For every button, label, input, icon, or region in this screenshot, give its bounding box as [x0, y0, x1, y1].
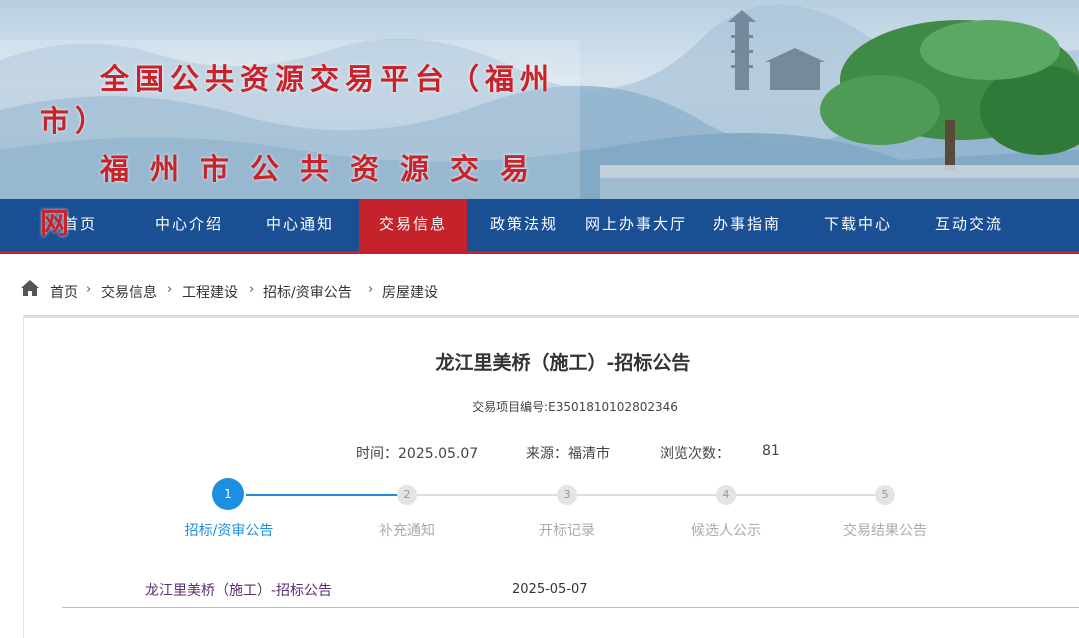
step-label-bid-opening[interactable]: 开标记录 — [497, 520, 637, 540]
breadcrumb-home[interactable]: 首页 — [50, 282, 78, 302]
step-dot-1[interactable]: 1 — [212, 478, 244, 510]
step-label-result[interactable]: 交易结果公告 — [815, 520, 955, 540]
breadcrumb-housing[interactable]: 房屋建设 — [382, 282, 438, 302]
site-title-line2: 福州市公共资源交易 — [100, 152, 551, 186]
nav-item-online-hall[interactable]: 网上办事大厅 — [580, 199, 692, 251]
header-banner: 全国公共资源交易平台（福州 市） 福州市公共资源交易 — [0, 0, 1079, 200]
nav-item-download[interactable]: 下载中心 — [804, 199, 912, 251]
breadcrumb-engineering[interactable]: 工程建设 — [182, 282, 238, 302]
step-dot-2[interactable]: 2 — [397, 485, 417, 505]
breadcrumb-separator: › — [368, 282, 374, 297]
list-divider — [62, 607, 1079, 608]
breadcrumb-separator: › — [249, 282, 255, 297]
views-label: 浏览次数： — [660, 446, 730, 462]
step-dot-5[interactable]: 5 — [875, 485, 895, 505]
list-item-title[interactable]: 龙江里美桥（施工）-招标公告 — [145, 580, 332, 600]
project-code: 交易项目编号:E3501810102802346 — [472, 400, 678, 414]
site-title-line2-wrap: 网 — [40, 206, 76, 240]
publish-time: 时间：2025.05.07 — [356, 446, 479, 462]
step-dot-3[interactable]: 3 — [557, 485, 577, 505]
breadcrumb-tender-notice[interactable]: 招标/资审公告 — [263, 282, 352, 302]
views-count: 81 — [762, 443, 780, 459]
step-label-candidates[interactable]: 候选人公示 — [656, 520, 796, 540]
nav-item-center-notice[interactable]: 中心通知 — [246, 199, 354, 251]
nav-item-center-intro[interactable]: 中心介绍 — [135, 199, 243, 251]
breadcrumb-trade-info[interactable]: 交易信息 — [101, 282, 157, 302]
article-title: 龙江里美桥（施工）-招标公告 — [435, 352, 691, 374]
home-icon[interactable] — [20, 278, 40, 298]
main-nav: 首页 中心介绍 中心通知 交易信息 政策法规 网上办事大厅 办事指南 下载中心 … — [0, 199, 1079, 254]
nav-item-policy[interactable]: 政策法规 — [470, 199, 578, 251]
nav-item-trade-info[interactable]: 交易信息 — [359, 199, 467, 251]
breadcrumb-separator: › — [167, 282, 173, 297]
step-label-supplement[interactable]: 补充通知 — [337, 520, 477, 540]
step-track-done — [246, 494, 398, 496]
source: 来源：福清市 — [526, 446, 610, 462]
step-track — [416, 494, 884, 496]
list-item-date: 2025-05-07 — [512, 582, 588, 597]
site-title-line1-wrap: 市） — [40, 104, 111, 138]
step-label-tender-notice[interactable]: 招标/资审公告 — [159, 520, 299, 540]
step-dot-4[interactable]: 4 — [716, 485, 736, 505]
breadcrumb-separator: › — [86, 282, 92, 297]
nav-item-guide[interactable]: 办事指南 — [693, 199, 801, 251]
nav-item-interact[interactable]: 互动交流 — [915, 199, 1023, 251]
site-title-line1: 全国公共资源交易平台（福州 — [100, 62, 556, 96]
